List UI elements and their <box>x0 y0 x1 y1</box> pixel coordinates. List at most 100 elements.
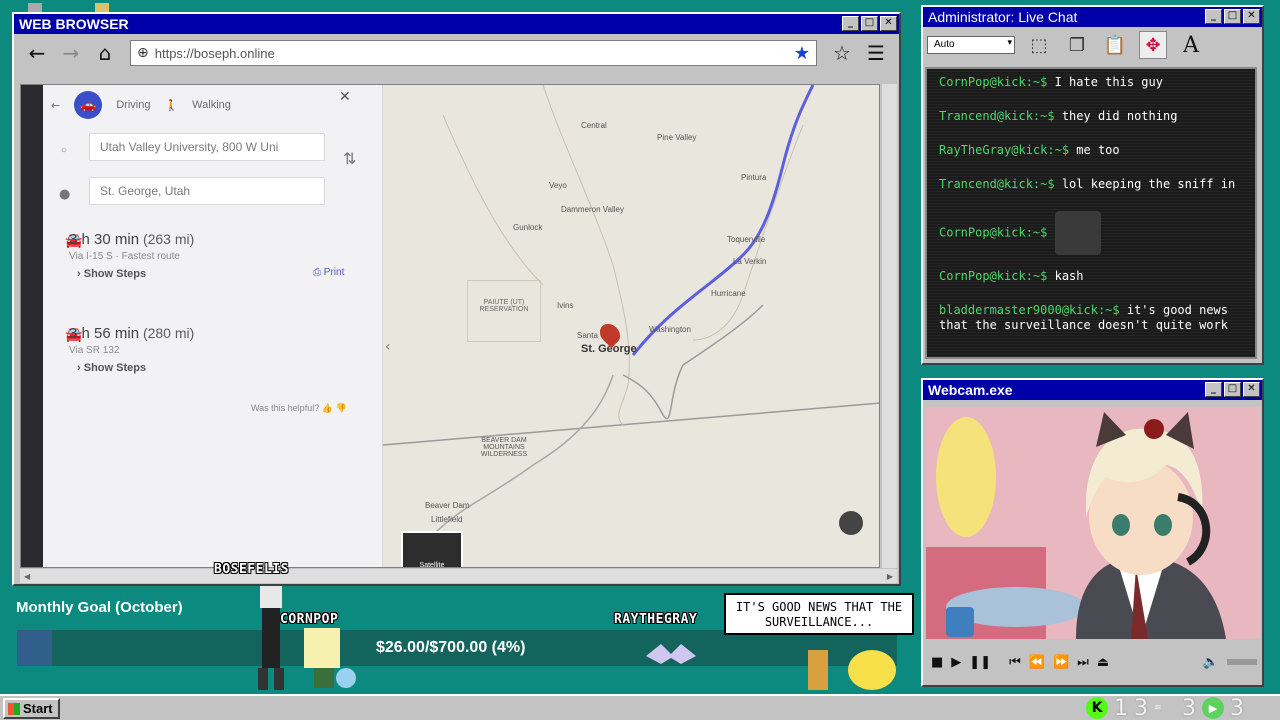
walking-icon[interactable]: 🚶 <box>164 99 178 112</box>
thumbs-down-icon[interactable]: 👎 <box>335 403 346 413</box>
close-button[interactable]: ✕ <box>1243 9 1260 24</box>
font-size-select[interactable]: Auto ▾ <box>927 36 1015 54</box>
browser-window: WEB BROWSER _ □ ✕ ← → ⌂ ⊕ https://boseph… <box>12 12 901 586</box>
start-button[interactable]: Start <box>3 698 60 719</box>
bat-sprite <box>646 644 696 664</box>
url-text[interactable]: https://boseph.online <box>155 46 788 61</box>
maximize-button[interactable]: □ <box>861 16 878 31</box>
cozy-icon[interactable]: ≋ <box>1154 703 1176 713</box>
route-option[interactable]: 3 h 56 min (280 mi) Via SR 132 › Show St… <box>69 325 194 374</box>
car-icon[interactable]: 🚗 <box>74 91 103 119</box>
map-place-label: La Verkin <box>733 257 767 266</box>
destination-pin-icon: ● <box>59 187 71 202</box>
avatar-illustration <box>926 407 1260 639</box>
close-button[interactable]: ✕ <box>880 16 897 31</box>
volume-slider[interactable] <box>1227 659 1257 665</box>
maximize-button[interactable]: □ <box>1224 9 1241 24</box>
address-bar[interactable]: ⊕ https://boseph.online ★ <box>130 40 817 66</box>
vertical-scrollbar[interactable] <box>882 84 897 568</box>
forward-arrow-icon[interactable]: → <box>56 40 86 66</box>
horizontal-scrollbar[interactable]: ◀ ▶ <box>20 569 897 583</box>
skip-back-icon[interactable]: ⏮ <box>1009 655 1021 670</box>
browser-titlebar[interactable]: WEB BROWSER _ □ ✕ <box>14 14 899 34</box>
destination-input[interactable]: St. George, Utah <box>89 177 325 205</box>
map-place-label: Toquerville <box>727 235 766 244</box>
chat-message: Trancend@kick:~$ lol keeping the sniff i… <box>939 177 1236 191</box>
minimize-button[interactable]: _ <box>842 16 859 31</box>
chat-toolbar: Auto ▾ ⬚ ❐ 📋 ✥ A <box>923 27 1262 63</box>
select-region-icon[interactable]: ⬚ <box>1025 31 1053 59</box>
mode-walking-label[interactable]: Walking <box>192 99 231 111</box>
taskbar: Start K 1 3 ≋ 3 ▶ 3 <box>0 694 1280 720</box>
font-icon[interactable]: A <box>1177 31 1205 59</box>
play-circle-icon[interactable]: ▶ <box>1202 697 1224 719</box>
paste-icon[interactable]: 📋 <box>1101 31 1129 59</box>
home-icon[interactable]: ⌂ <box>90 40 120 66</box>
route-duration: 3 h 30 min <box>69 231 140 248</box>
goal-title: Monthly Goal (October) <box>16 599 183 616</box>
chat-title: Administrator: Live Chat <box>928 9 1078 25</box>
chat-message: RayTheGray@kick:~$ me too <box>939 143 1120 157</box>
thumbs-up-icon[interactable]: 👍 <box>322 403 333 413</box>
close-button[interactable]: ✕ <box>1243 382 1260 397</box>
show-steps-link[interactable]: › Show Steps <box>77 362 194 374</box>
stop-icon[interactable]: ■ <box>931 655 943 670</box>
mode-driving-label[interactable]: Driving <box>116 99 150 111</box>
minimize-button[interactable]: _ <box>1205 382 1222 397</box>
character-sprite <box>808 650 896 690</box>
street-view-icon[interactable] <box>839 511 863 535</box>
back-arrow-icon[interactable]: ← <box>51 99 60 112</box>
kick-logo-icon[interactable]: K <box>1086 697 1108 719</box>
scroll-left-icon[interactable]: ◀ <box>24 572 30 581</box>
system-tray: K 1 3 ≋ 3 ▶ 3 <box>1086 696 1244 720</box>
swap-icon[interactable]: ⇅ <box>343 149 356 168</box>
chevron-down-icon: ▾ <box>1007 38 1012 48</box>
skip-forward-icon[interactable]: ⏭ <box>1077 655 1089 670</box>
minimize-button[interactable]: _ <box>1205 9 1222 24</box>
chat-log[interactable]: CornPop@kick:~$ I hate this guy Trancend… <box>925 67 1257 359</box>
map-place-label: Veyo <box>549 181 567 190</box>
directions-panel: ← 🚗 Driving 🚶 Walking Utah Valley Univer… <box>21 85 383 567</box>
copy-icon[interactable]: ❐ <box>1063 31 1091 59</box>
route-via: Via SR 132 <box>69 345 120 356</box>
bookmark-star-icon[interactable]: ★ <box>794 43 810 64</box>
back-arrow-icon[interactable]: ← <box>22 40 52 66</box>
chat-message: Trancend@kick:~$ they did nothing <box>939 109 1178 123</box>
media-controls: ■ ▶ ❚❚ ⏮ ⏪ ⏩ ⏭ ⏏ 🔈 <box>931 650 1257 674</box>
origin-input[interactable]: Utah Valley University, 800 W Uni <box>89 133 325 161</box>
pause-icon[interactable]: ❚❚ <box>969 655 991 670</box>
play-icon[interactable]: ▶ <box>951 655 961 670</box>
map-canvas[interactable] <box>383 85 880 568</box>
favorites-star-icon[interactable]: ☆ <box>827 40 857 66</box>
dark-sidebar <box>21 85 43 567</box>
browser-toolbar: ← → ⌂ ⊕ https://boseph.online ★ ☆ ☰ <box>14 34 899 72</box>
chat-message: bladdermaster9000@kick:~$ it's good news… <box>939 303 1229 332</box>
map-place-label: Dammeron Valley <box>561 205 624 214</box>
volume-icon[interactable]: 🔈 <box>1203 655 1219 670</box>
map-place-label: Washington <box>649 325 691 334</box>
scroll-right-icon[interactable]: ▶ <box>887 572 893 581</box>
page-viewport: ← 🚗 Driving 🚶 Walking Utah Valley Univer… <box>20 84 880 568</box>
show-steps-link[interactable]: › Show Steps <box>77 268 194 280</box>
chat-titlebar[interactable]: Administrator: Live Chat _ □ ✕ <box>923 7 1262 27</box>
chat-emote-image <box>1054 211 1101 255</box>
map-place-label: Ivins <box>557 301 574 310</box>
fast-forward-icon[interactable]: ⏩ <box>1053 655 1069 670</box>
rewind-icon[interactable]: ⏪ <box>1029 655 1045 670</box>
webcam-titlebar[interactable]: Webcam.exe _ □ ✕ <box>923 380 1262 400</box>
sprite-name-label: BOSEFELIS <box>214 562 289 577</box>
browser-title: WEB BROWSER <box>19 16 129 32</box>
satellite-toggle[interactable]: Satellite <box>401 531 463 567</box>
webcam-title: Webcam.exe <box>928 382 1013 398</box>
eject-icon[interactable]: ⏏ <box>1097 655 1109 670</box>
route-duration: 3 h 56 min <box>69 325 140 342</box>
route-option[interactable]: 3 h 30 min (263 mi) Via I-15 S · Fastest… <box>69 231 194 280</box>
maximize-button[interactable]: □ <box>1224 382 1241 397</box>
menu-icon[interactable]: ☰ <box>861 40 891 66</box>
travel-mode-row: ← 🚗 Driving 🚶 Walking <box>51 91 231 119</box>
move-icon[interactable]: ✥ <box>1139 31 1167 59</box>
webcam-video <box>926 407 1260 639</box>
print-button[interactable]: ⎙ Print <box>313 267 344 278</box>
close-panel-icon[interactable]: ✕ <box>339 89 351 105</box>
map-place-label: Pintura <box>741 173 767 182</box>
